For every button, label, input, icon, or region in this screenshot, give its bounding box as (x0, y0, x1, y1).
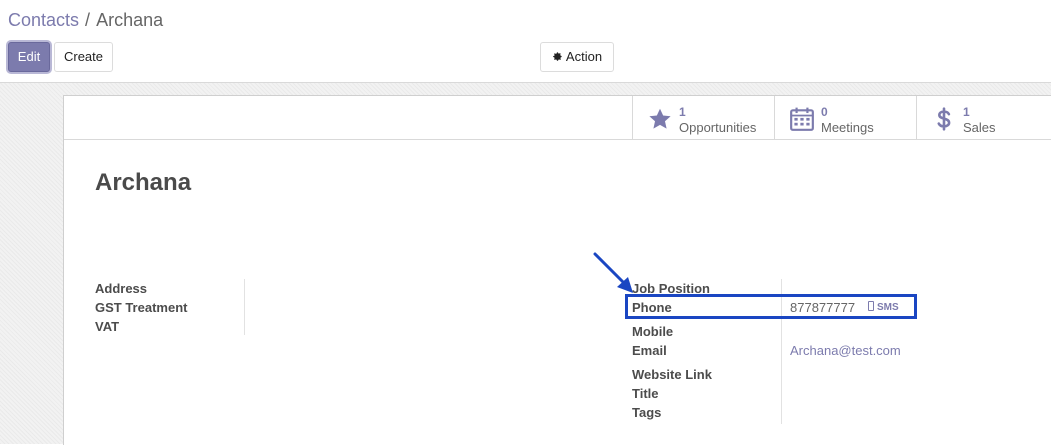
address-label: Address (95, 281, 148, 296)
title-label: Title (632, 386, 659, 401)
star-icon (649, 108, 671, 129)
gear-icon (553, 52, 562, 61)
vat-label: VAT (95, 319, 120, 334)
sales-smart-button[interactable]: 1 Sales (916, 96, 1051, 139)
phone-highlight-box (625, 294, 917, 319)
breadcrumb-contacts-link[interactable]: Contacts (8, 10, 79, 30)
action-button[interactable]: Action (540, 42, 614, 72)
meetings-count: 0 (821, 105, 828, 119)
tags-label: Tags (632, 405, 662, 420)
breadcrumb-current: Archana (96, 10, 164, 30)
create-button[interactable]: Create (54, 42, 113, 72)
sales-label: Sales (963, 120, 996, 135)
breadcrumb-separator: / (85, 10, 91, 30)
email-label: Email (632, 343, 667, 358)
dollar-icon (937, 107, 951, 131)
breadcrumb: Contacts / Archana (8, 9, 163, 31)
edit-button[interactable]: Edit (8, 42, 50, 72)
opportunities-count: 1 (679, 105, 686, 119)
control-panel: Contacts / Archana Edit Create Action (0, 0, 1051, 83)
left-group-separator (244, 279, 245, 335)
form-sheet (63, 95, 1051, 445)
action-label: Action (565, 49, 603, 64)
meetings-smart-button[interactable]: 0 Meetings (774, 96, 916, 139)
smart-button-box: 1 Opportunities 0 Meetings 1 Sales (632, 96, 1051, 139)
gst-treatment-label: GST Treatment (95, 300, 188, 315)
meetings-label: Meetings (821, 120, 874, 135)
calendar-icon (790, 107, 814, 131)
email-link[interactable]: Archana@test.com (790, 343, 901, 358)
button-box-divider (64, 139, 1051, 140)
website-link-label: Website Link (632, 367, 712, 382)
sales-count: 1 (963, 105, 970, 119)
opportunities-smart-button[interactable]: 1 Opportunities (632, 96, 774, 139)
record-title: Archana (95, 169, 192, 196)
mobile-label: Mobile (632, 324, 674, 339)
opportunities-label: Opportunities (679, 120, 757, 135)
